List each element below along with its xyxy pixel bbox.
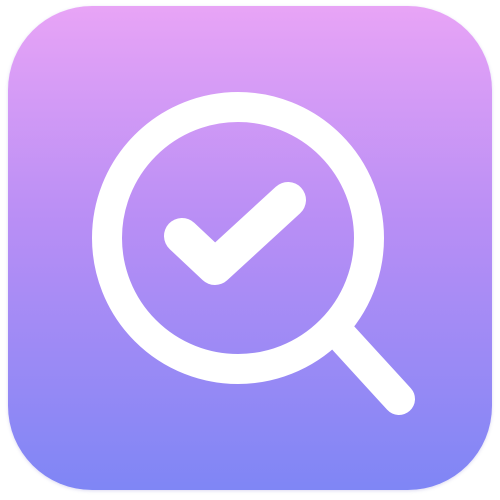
canvas [0,0,500,500]
magnifier-check-icon [8,6,492,490]
app-icon[interactable] [8,6,492,490]
